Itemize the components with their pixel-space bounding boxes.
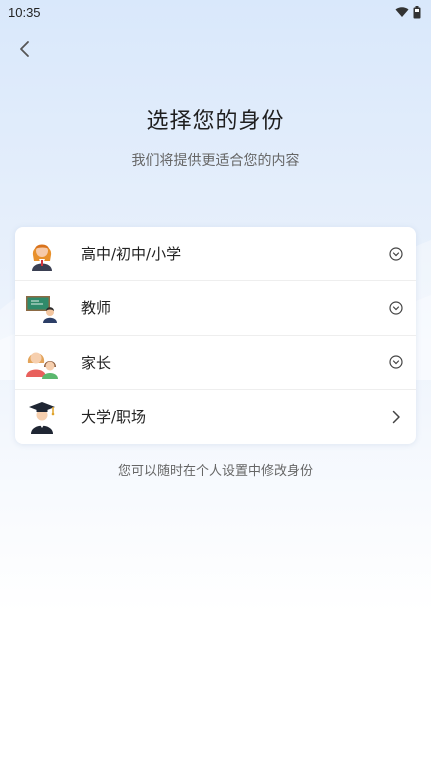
parent-child-icon bbox=[25, 345, 59, 380]
graduate-icon bbox=[25, 400, 59, 434]
expand-circle-icon bbox=[388, 354, 404, 370]
back-button[interactable] bbox=[12, 36, 38, 62]
student-girl-icon bbox=[25, 237, 59, 271]
battery-icon bbox=[413, 5, 421, 18]
expand-circle-icon bbox=[388, 300, 404, 316]
teacher-icon bbox=[25, 291, 59, 325]
footnote-hint: 您可以随时在个人设置中修改身份 bbox=[117, 464, 313, 479]
identity-label: 大学/职场 bbox=[81, 408, 147, 427]
expand-circle-icon bbox=[388, 246, 404, 262]
identity-label: 家长 bbox=[81, 353, 112, 372]
status-time: 10:35 bbox=[8, 4, 41, 20]
identity-option-university[interactable]: 大学/职场 bbox=[15, 390, 416, 444]
page-subtitle: 我们将提供更适合您的内容 bbox=[131, 153, 300, 169]
wifi-icon bbox=[395, 7, 409, 17]
page-title: 选择您的身份 bbox=[146, 109, 285, 134]
identity-card: 高中/初中/小学 教师 家长 大学/职场 bbox=[15, 227, 416, 444]
chevron-right-icon bbox=[388, 409, 404, 425]
identity-option-parent[interactable]: 家长 bbox=[15, 336, 416, 390]
identity-option-teacher[interactable]: 教师 bbox=[15, 281, 416, 336]
status-bar: 10:35 bbox=[0, 0, 431, 24]
identity-label: 教师 bbox=[81, 299, 112, 318]
identity-option-student[interactable]: 高中/初中/小学 bbox=[15, 227, 416, 282]
status-icons bbox=[395, 5, 421, 19]
chevron-left-icon bbox=[20, 41, 29, 57]
identity-label: 高中/初中/小学 bbox=[81, 245, 182, 264]
